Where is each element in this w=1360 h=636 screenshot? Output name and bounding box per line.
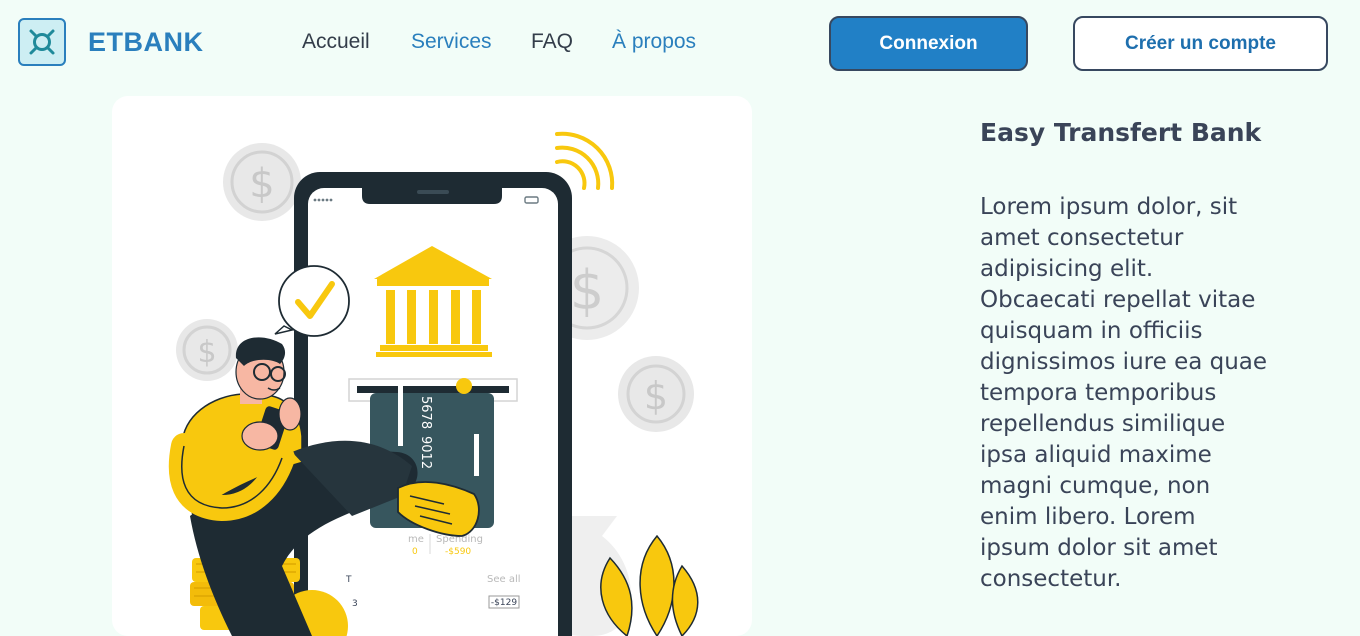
svg-text:$: $	[249, 161, 274, 207]
svg-text:9012: 9012	[418, 436, 433, 469]
svg-text:me: me	[408, 534, 424, 545]
logo-icon[interactable]	[18, 18, 66, 66]
svg-text:0: 0	[412, 547, 418, 557]
nav-link-a-propos[interactable]: À propos	[612, 30, 696, 54]
svg-text:$: $	[644, 374, 668, 418]
top-navbar: ETBANK Accueil Services FAQ À propos Con…	[0, 0, 1360, 88]
nav-link-faq[interactable]: FAQ	[531, 30, 573, 54]
svg-text:$: $	[197, 335, 216, 370]
svg-text:-$590: -$590	[445, 547, 471, 557]
checkmark-icon	[274, 265, 350, 337]
svg-text:T: T	[345, 575, 352, 585]
coin-icon: $	[618, 356, 694, 432]
svg-text:-$129: -$129	[491, 598, 517, 608]
phone-illustration: 5678 9012 me 0 Spending -$590 See all T …	[294, 172, 572, 636]
brand-name[interactable]: ETBANK	[88, 27, 204, 58]
svg-text:See all: See all	[487, 574, 521, 585]
coin-icon: $	[176, 319, 238, 381]
nav-link-accueil[interactable]: Accueil	[302, 30, 370, 54]
login-button[interactable]: Connexion	[829, 16, 1028, 71]
nav-link-services[interactable]: Services	[411, 30, 492, 54]
banking-illustration: $ $ $ $ 5678 9012 me 0 Spending -$590 Se…	[168, 131, 699, 636]
svg-text:5678: 5678	[418, 396, 433, 429]
wifi-signal-icon	[555, 131, 615, 190]
hero-description: Lorem ipsum dolor, sit amet consectetur …	[980, 194, 1268, 592]
coin-icon: $	[223, 143, 301, 221]
hero-title: Easy Transfert Bank	[980, 118, 1262, 147]
hero-illustration-card: $ $ $ $ 5678 9012 me 0 Spending -$590 Se…	[112, 96, 752, 636]
svg-text:3: 3	[352, 599, 358, 609]
signup-button[interactable]: Créer un compte	[1073, 16, 1328, 71]
svg-text:$: $	[570, 259, 604, 322]
